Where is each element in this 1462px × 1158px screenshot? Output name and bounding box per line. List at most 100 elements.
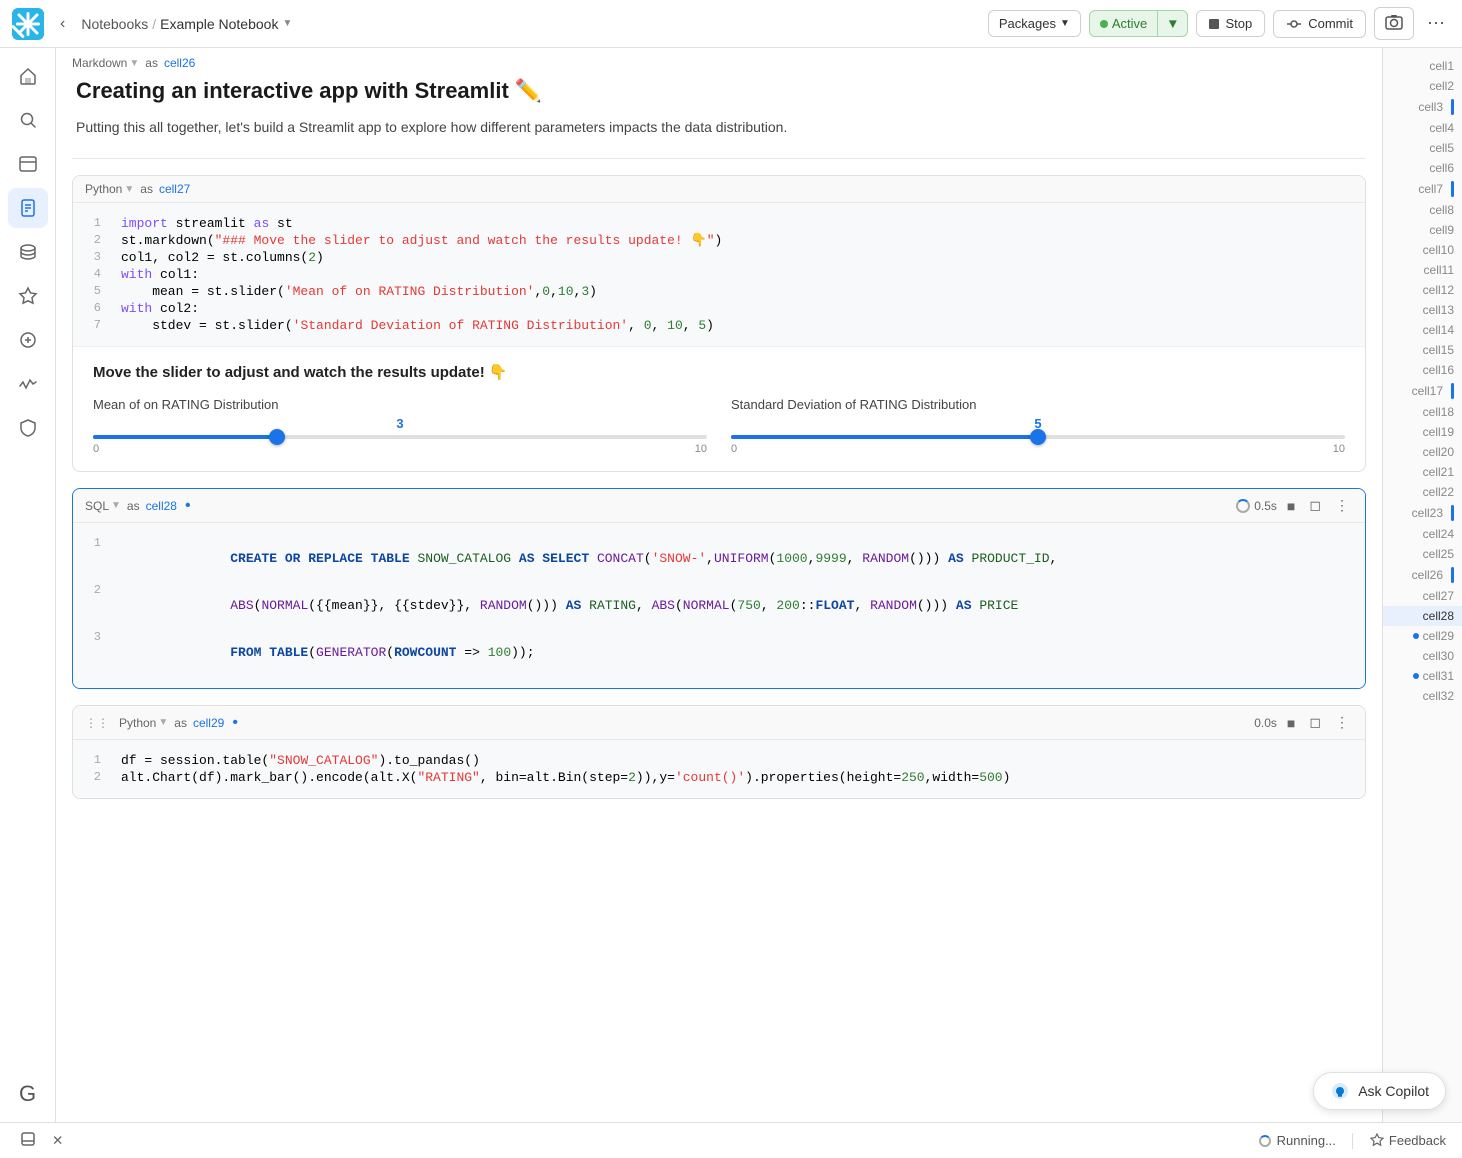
cell29-drag-handle[interactable]: ⋮⋮ xyxy=(85,716,109,730)
sidebar-item-security[interactable] xyxy=(8,408,48,448)
cell26-name[interactable]: cell26 xyxy=(164,56,195,70)
cell-type-python[interactable]: Python ▼ xyxy=(85,182,134,196)
camera-button[interactable] xyxy=(1374,7,1414,40)
sidebar-item-activity[interactable] xyxy=(8,364,48,404)
cell-nav-label-27: cell27 xyxy=(1423,589,1454,603)
cell-nav-cell25[interactable]: cell25 xyxy=(1383,544,1462,564)
cell-nav-cell19[interactable]: cell19 xyxy=(1383,422,1462,442)
cell28-more-btn[interactable]: ⋮ xyxy=(1331,495,1353,516)
slider-mean-track[interactable] xyxy=(93,435,707,439)
cell29-name[interactable]: cell29 xyxy=(193,716,224,730)
breadcrumb-root[interactable]: Notebooks xyxy=(81,16,148,32)
cell-nav-cell8[interactable]: cell8 xyxy=(1383,200,1462,220)
cell-nav-cell9[interactable]: cell9 xyxy=(1383,220,1462,240)
cell-nav-cell22[interactable]: cell22 xyxy=(1383,482,1462,502)
cell-nav-cell21[interactable]: cell21 xyxy=(1383,462,1462,482)
cell-nav-cell7[interactable]: cell7 xyxy=(1383,178,1462,200)
sidebar-item-notebook[interactable] xyxy=(8,188,48,228)
cell29-stop-btn[interactable]: ■ xyxy=(1283,713,1299,733)
slider-stdev-track[interactable] xyxy=(731,435,1345,439)
cell-type-python2[interactable]: Python ▼ xyxy=(119,716,168,730)
cell-nav-cell10[interactable]: cell10 xyxy=(1383,240,1462,260)
more-options-button[interactable]: ⋯ xyxy=(1422,8,1450,39)
active-dropdown-button[interactable]: ▼ xyxy=(1158,10,1188,37)
cell-nav-label-18: cell18 xyxy=(1423,405,1454,419)
commit-icon xyxy=(1286,16,1302,32)
cell28-name[interactable]: cell28 xyxy=(146,499,177,513)
cell-type-sql[interactable]: SQL ▼ xyxy=(85,499,121,513)
sql-as-label: as xyxy=(127,499,140,513)
feedback-icon xyxy=(1369,1133,1385,1149)
cell-nav-cell28[interactable]: cell28 xyxy=(1383,606,1462,626)
bottom-toggle-button[interactable] xyxy=(16,1127,40,1154)
cell-nav-cell26[interactable]: cell26 xyxy=(1383,564,1462,586)
cell-nav-label-16: cell16 xyxy=(1423,363,1454,377)
cell-nav-cell11[interactable]: cell11 xyxy=(1383,260,1462,280)
cell-nav-cell12[interactable]: cell12 xyxy=(1383,280,1462,300)
cell-nav-cell30[interactable]: cell30 xyxy=(1383,646,1462,666)
sidebar-item-user[interactable]: G xyxy=(8,1074,48,1114)
cell-nav-cell3[interactable]: cell3 xyxy=(1383,96,1462,118)
cell-nav-label-22: cell22 xyxy=(1423,485,1454,499)
toggle-icon xyxy=(20,1131,36,1147)
copilot-icon xyxy=(1330,1081,1350,1101)
sidebar-item-workspace[interactable] xyxy=(8,144,48,184)
cell-nav-cell32[interactable]: cell32 xyxy=(1383,686,1462,706)
notebook-icon xyxy=(18,198,38,218)
cell-nav-cell4[interactable]: cell4 xyxy=(1383,118,1462,138)
markdown-description: Putting this all together, let's build a… xyxy=(76,116,1362,138)
sidebar-item-data[interactable] xyxy=(8,232,48,272)
markdown-cell26: Creating an interactive app with Streaml… xyxy=(56,78,1382,158)
cell-nav-cell18[interactable]: cell18 xyxy=(1383,402,1462,422)
sql-cell28: SQL ▼ as cell28 • 0.5s ■ ◻ ⋮ xyxy=(72,488,1366,689)
cell-nav-cell27[interactable]: cell27 xyxy=(1383,586,1462,606)
notebook-dropdown-arrow[interactable]: ▼ xyxy=(282,18,292,29)
notebook-content: Markdown ▼ as cell26 Creating an interac… xyxy=(56,48,1382,855)
cell-nav-label-13: cell13 xyxy=(1423,303,1454,317)
bottom-close-button[interactable]: ✕ xyxy=(48,1129,67,1153)
cell-nav-label-25: cell25 xyxy=(1423,547,1454,561)
cell-nav-cell13[interactable]: cell13 xyxy=(1383,300,1462,320)
cell-nav-cell6[interactable]: cell6 xyxy=(1383,158,1462,178)
cell-nav-cell24[interactable]: cell24 xyxy=(1383,524,1462,544)
active-label: Active xyxy=(1112,16,1147,31)
divider1 xyxy=(72,158,1366,159)
sidebar-item-home[interactable] xyxy=(8,56,48,96)
cell28-stop-btn[interactable]: ■ xyxy=(1283,496,1299,516)
cell-nav-cell23[interactable]: cell23 xyxy=(1383,502,1462,524)
cell-nav-label-12: cell12 xyxy=(1423,283,1454,297)
feedback-button[interactable]: Feedback xyxy=(1369,1133,1446,1149)
cell-nav-cell2[interactable]: cell2 xyxy=(1383,76,1462,96)
cell-nav-cell20[interactable]: cell20 xyxy=(1383,442,1462,462)
cell-nav-cell31[interactable]: cell31 xyxy=(1383,666,1462,686)
slider-stdev-thumb[interactable] xyxy=(1030,429,1046,445)
python-cell27: Python ▼ as cell27 1 import streamlit as… xyxy=(72,175,1366,472)
packages-button[interactable]: Packages ▼ xyxy=(988,10,1081,37)
cell29-expand-btn[interactable]: ◻ xyxy=(1305,712,1325,733)
bottom-divider xyxy=(1352,1133,1353,1149)
slider-mean-fill xyxy=(93,435,277,439)
sidebar-item-add[interactable] xyxy=(8,320,48,360)
cell29-more-btn[interactable]: ⋮ xyxy=(1331,712,1353,733)
stop-button[interactable]: Stop xyxy=(1196,10,1265,37)
cell-nav-cell5[interactable]: cell5 xyxy=(1383,138,1462,158)
slider-mean-thumb[interactable] xyxy=(269,429,285,445)
cell-nav-cell14[interactable]: cell14 xyxy=(1383,320,1462,340)
workspace-icon xyxy=(18,154,38,174)
cell-nav-cell29[interactable]: cell29 xyxy=(1383,626,1462,646)
cell28-expand-btn[interactable]: ◻ xyxy=(1305,495,1325,516)
cell-type-markdown[interactable]: Markdown ▼ xyxy=(72,56,139,70)
cell-nav-cell16[interactable]: cell16 xyxy=(1383,360,1462,380)
sql-type-label: SQL xyxy=(85,499,109,513)
active-button[interactable]: Active xyxy=(1089,10,1158,37)
ask-copilot-button[interactable]: Ask Copilot xyxy=(1313,1072,1446,1110)
cell-nav-cell1[interactable]: cell1 xyxy=(1383,56,1462,76)
cell-nav-cell15[interactable]: cell15 xyxy=(1383,340,1462,360)
sidebar-item-deploy[interactable] xyxy=(8,276,48,316)
sidebar-item-search[interactable] xyxy=(8,100,48,140)
cell-nav-cell17[interactable]: cell17 xyxy=(1383,380,1462,402)
cell27-name[interactable]: cell27 xyxy=(159,182,190,196)
code-line-4: 4 with col1: xyxy=(73,266,1365,283)
commit-button[interactable]: Commit xyxy=(1273,10,1366,38)
back-button[interactable]: ‹ xyxy=(52,11,73,37)
